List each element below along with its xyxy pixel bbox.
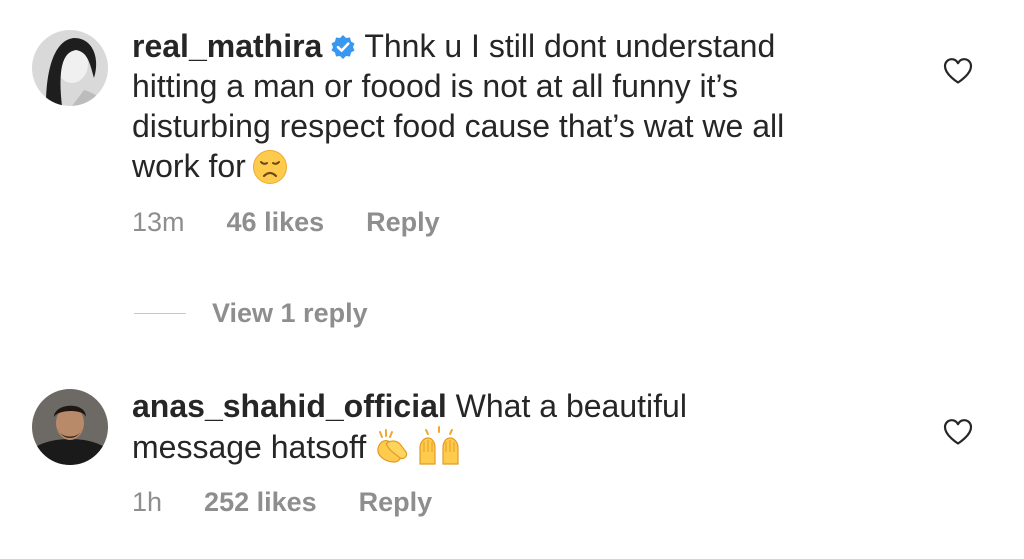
avatar[interactable] [32, 30, 108, 106]
clapping-hands-icon [377, 429, 408, 463]
comment-text-line-2: hitting a man or foood is not at all fun… [132, 68, 738, 104]
likes-count[interactable]: 252 likes [204, 486, 317, 518]
reply-button[interactable]: Reply [359, 486, 433, 518]
raising-hands-icon [419, 426, 459, 465]
comment-text-line-4: work for [132, 148, 246, 184]
reply-button[interactable]: Reply [366, 206, 440, 238]
comment-meta: 13m 46 likes Reply [132, 206, 440, 238]
comment-time: 13m [132, 207, 185, 237]
comment-text-line-3: disturbing respect food cause that’s wat… [132, 108, 785, 144]
avatar-photo [32, 30, 108, 106]
username[interactable]: anas_shahid_official [132, 388, 447, 424]
verified-badge-icon [331, 35, 355, 59]
like-heart-icon[interactable] [943, 57, 973, 85]
view-replies-label[interactable]: View 1 reply [212, 298, 368, 329]
comment-text-line-1: What a beautiful [455, 388, 687, 424]
comment-body: anas_shahid_official What a beautiful me… [132, 386, 892, 467]
username[interactable]: real_mathira [132, 28, 322, 64]
comment-text-line-1: Thnk u I still dont understand [364, 28, 776, 64]
comment-body: real_mathira Thnk u I still dont underst… [132, 26, 892, 186]
like-heart-icon[interactable] [943, 418, 973, 446]
likes-count[interactable]: 46 likes [227, 206, 325, 238]
comment-meta: 1h 252 likes Reply [132, 486, 432, 518]
comment-time: 1h [132, 487, 163, 517]
comment-text-line-2: message hatsoff [132, 429, 367, 465]
view-replies-divider [134, 312, 186, 314]
avatar[interactable] [32, 389, 108, 465]
view-replies-button[interactable]: View 1 reply [134, 296, 368, 330]
disappointed-face-icon [252, 150, 287, 184]
avatar-photo [32, 389, 108, 465]
